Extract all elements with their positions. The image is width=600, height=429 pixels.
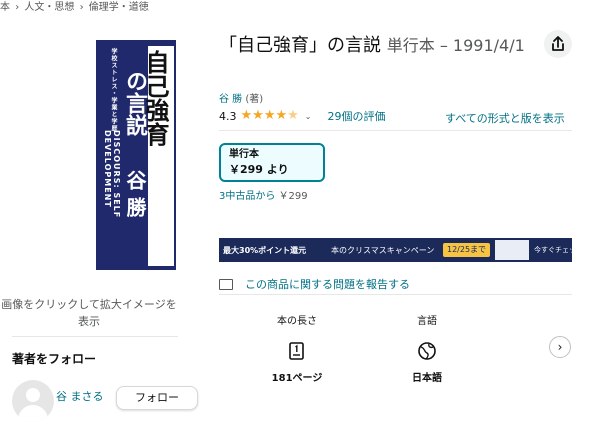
chevron-down-icon[interactable]: ⌄ xyxy=(305,112,312,121)
enlarge-image-hint[interactable]: 画像をクリックして拡大イメージを表示 xyxy=(0,296,178,330)
breadcrumb-separator: › xyxy=(15,2,20,13)
author-name-link[interactable]: 谷 まさる xyxy=(56,388,104,404)
star-full-icon: ★ xyxy=(263,108,276,123)
star-partial-icon: ★ xyxy=(287,108,299,123)
detail-label: 言語 xyxy=(417,316,437,327)
report-issue[interactable]: この商品に関する問題を報告する xyxy=(219,276,410,292)
carousel-next-button[interactable]: › xyxy=(549,336,571,358)
divider xyxy=(12,336,178,337)
cover-author: 谷 勝 xyxy=(123,170,147,217)
cover-title: 自己強育 xyxy=(141,50,170,146)
promo-sub-text: 本のクリスマスキャンペーン xyxy=(331,246,435,255)
format-price: ￥299 より xyxy=(229,163,289,176)
star-full-icon: ★ xyxy=(252,108,264,123)
follow-author-heading: 著者をフォロー xyxy=(12,352,97,366)
product-title-text: 「自己強育」の言説 xyxy=(219,35,381,56)
divider xyxy=(219,130,572,131)
report-icon xyxy=(219,278,233,290)
breadcrumb-item[interactable]: 倫理学・道徳 xyxy=(89,2,149,13)
avatar-head-shape xyxy=(26,388,40,402)
pages-icon xyxy=(287,341,307,361)
promo-date-badge: 12/25まで xyxy=(443,243,491,257)
follow-button[interactable]: フォロー xyxy=(116,386,198,410)
breadcrumb-item[interactable]: 人文・思想 xyxy=(24,2,74,13)
byline: 谷 勝 (著) xyxy=(219,90,263,105)
star-full-icon: ★ xyxy=(240,108,253,123)
used-offers: 3中古品から ￥299 xyxy=(219,187,308,202)
format-option-tankobon[interactable]: 単行本 ￥299 より xyxy=(219,143,325,182)
detail-label: 本の長さ xyxy=(277,316,317,327)
cover-subtitle: 学校ストレス・学業と学歴 xyxy=(110,48,117,132)
globe-icon xyxy=(417,341,437,361)
review-count-link[interactable]: 29個の評価 xyxy=(327,108,385,124)
breadcrumb: 本 › 人文・思想 › 倫理学・道徳 xyxy=(0,0,151,13)
author-avatar[interactable] xyxy=(12,380,54,422)
cover-english-title: DISCOURS: SELF DEVELOPMENT xyxy=(103,130,121,219)
detail-value: 181ページ xyxy=(271,373,323,384)
byline-author-link[interactable]: 谷 勝 xyxy=(219,94,242,105)
promo-banner[interactable]: 最大30%ポイント還元 本のクリスマスキャンペーン 12/25まで 今すぐチェッ… xyxy=(219,238,588,262)
chevron-right-icon: › xyxy=(557,340,563,354)
used-offers-link[interactable]: 3中古品から xyxy=(219,191,275,202)
divider xyxy=(219,294,572,295)
detail-language: 言語 日本語 xyxy=(397,312,457,384)
share-icon xyxy=(552,36,564,51)
avatar-body-shape xyxy=(18,405,48,422)
product-format-date: 単行本 – 1991/4/1 xyxy=(386,36,525,55)
rating-row: 4.3 ★ ★ ★ ★ ★ ⌄ 29個の評価 xyxy=(219,108,385,124)
star-rating[interactable]: ★ ★ ★ ★ ★ xyxy=(241,109,299,123)
share-button[interactable] xyxy=(544,30,572,58)
cover-title-rest: の言説 xyxy=(122,70,148,136)
promo-main-text: 最大30%ポイント還元 xyxy=(223,246,307,255)
report-issue-link[interactable]: この商品に関する問題を報告する xyxy=(245,276,410,292)
breadcrumb-separator: › xyxy=(79,2,84,13)
detail-print-length: 本の長さ 181ページ xyxy=(267,312,327,384)
book-cover-image[interactable]: 自己強育 学校ストレス・学業と学歴 の言説 DISCOURS: SELF DEV… xyxy=(96,40,176,270)
byline-role: (著) xyxy=(245,94,264,105)
promo-cta: 今すぐチェック › xyxy=(534,246,589,254)
used-price: ￥299 xyxy=(278,191,308,202)
detail-value: 日本語 xyxy=(412,373,442,384)
star-full-icon: ★ xyxy=(275,108,288,123)
format-label: 単行本 xyxy=(229,149,259,160)
all-formats-link[interactable]: すべての形式と版を表示 xyxy=(445,110,565,126)
breadcrumb-item[interactable]: 本 xyxy=(0,2,10,13)
promo-book-image xyxy=(495,240,529,260)
product-title: 「自己強育」の言説 単行本 – 1991/4/1 xyxy=(219,31,549,61)
rating-value: 4.3 xyxy=(219,109,237,123)
